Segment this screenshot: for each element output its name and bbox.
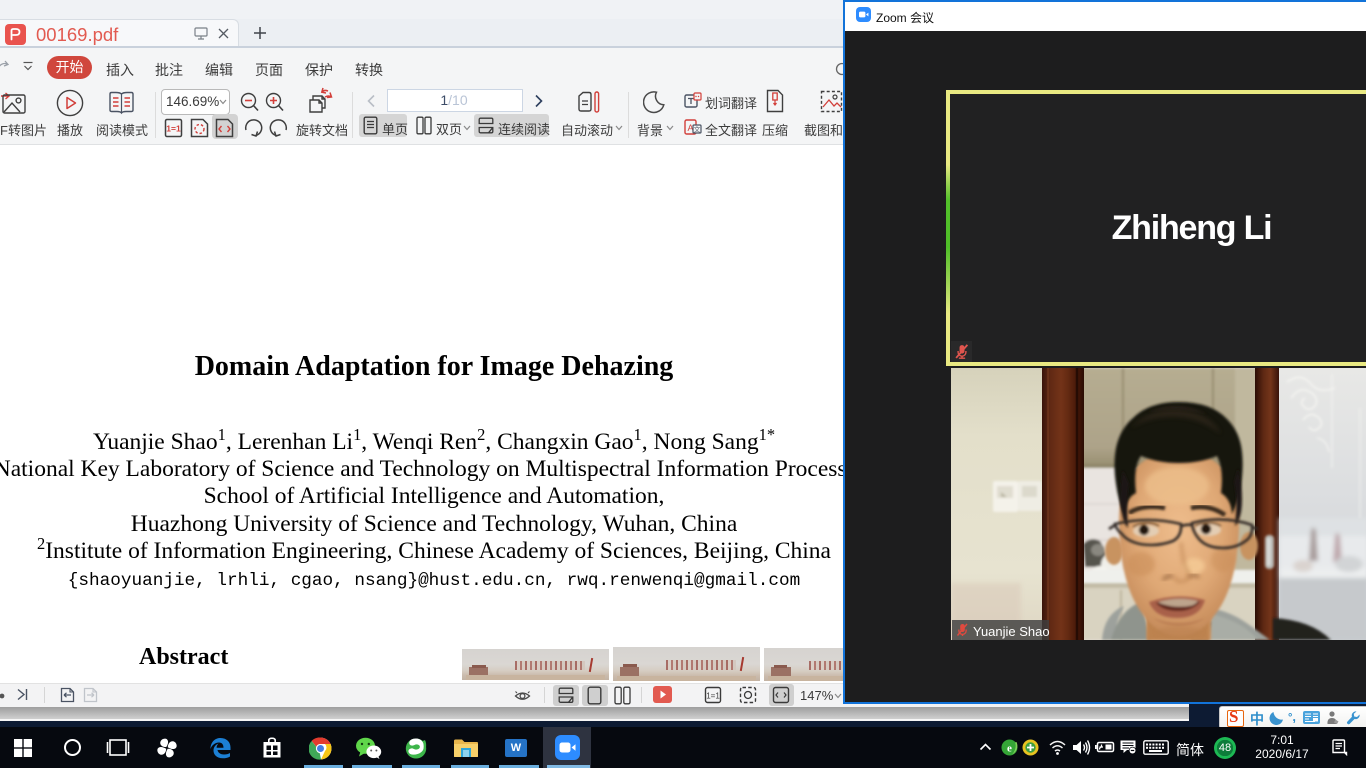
svg-text:1=1: 1=1 — [706, 692, 720, 701]
svg-text:e: e — [1007, 743, 1012, 755]
svg-text:1=1: 1=1 — [166, 124, 181, 134]
svg-text:文: 文 — [694, 125, 701, 134]
